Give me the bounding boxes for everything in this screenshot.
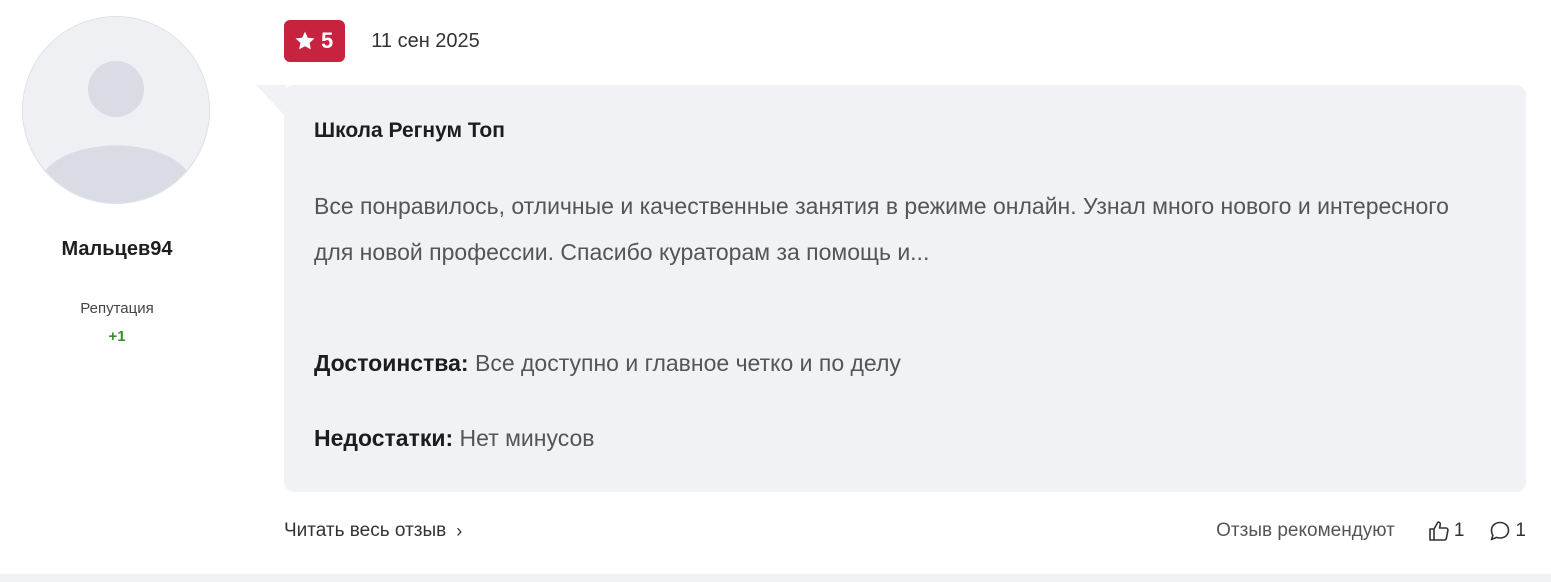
recommend-label: Отзыв рекомендуют bbox=[1216, 520, 1395, 541]
like-button[interactable]: 1 bbox=[1427, 519, 1465, 543]
review-text: Все понравилось, отличные и качественные… bbox=[314, 193, 1449, 265]
review-pros: Достоинства: Все доступно и главное четк… bbox=[314, 350, 901, 377]
chevron-right-icon: › bbox=[456, 520, 463, 541]
likes-count: 1 bbox=[1453, 520, 1465, 541]
review-card: Школа Регнум Топ Все понравилось, отличн… bbox=[284, 85, 1526, 492]
star-icon bbox=[294, 30, 316, 52]
footer-actions: Отзыв рекомендуют 1 1 bbox=[1216, 519, 1526, 543]
comment-bubble-icon bbox=[1491, 521, 1510, 541]
review-date: 11 сен 2025 bbox=[371, 29, 480, 52]
reputation-value: +1 bbox=[108, 328, 126, 345]
author-panel: Мальцев94 Репутация +1 bbox=[22, 16, 212, 345]
cons-label: Недостатки: bbox=[314, 425, 454, 451]
comment-button[interactable]: 1 bbox=[1488, 519, 1526, 543]
author-name[interactable]: Мальцев94 bbox=[22, 238, 212, 261]
pros-label: Достоинства: bbox=[314, 350, 469, 376]
review-cons: Недостатки: Нет минусов bbox=[314, 425, 595, 452]
review-meta: 5 11 сен 2025 bbox=[284, 19, 480, 63]
avatar[interactable] bbox=[22, 16, 210, 204]
review-title[interactable]: Школа Регнум Топ bbox=[314, 119, 505, 143]
rating-badge: 5 bbox=[284, 20, 346, 62]
read-more-link[interactable]: Читать весь отзыв › bbox=[284, 520, 462, 542]
comments-count: 1 bbox=[1515, 520, 1526, 541]
reputation-label: Репутация bbox=[80, 300, 154, 317]
pros-text: Все доступно и главное четко и по делу bbox=[468, 350, 901, 376]
divider bbox=[0, 574, 1551, 582]
rating-value: 5 bbox=[321, 28, 334, 53]
cons-text: Нет минусов bbox=[453, 425, 595, 451]
bubble-tail bbox=[256, 85, 286, 117]
review-footer: Читать весь отзыв › Отзыв рекомендуют 1 … bbox=[284, 514, 1526, 548]
thumbs-up-icon bbox=[1429, 521, 1449, 541]
user-placeholder-icon bbox=[23, 17, 209, 203]
read-more-label: Читать весь отзыв bbox=[284, 520, 447, 541]
